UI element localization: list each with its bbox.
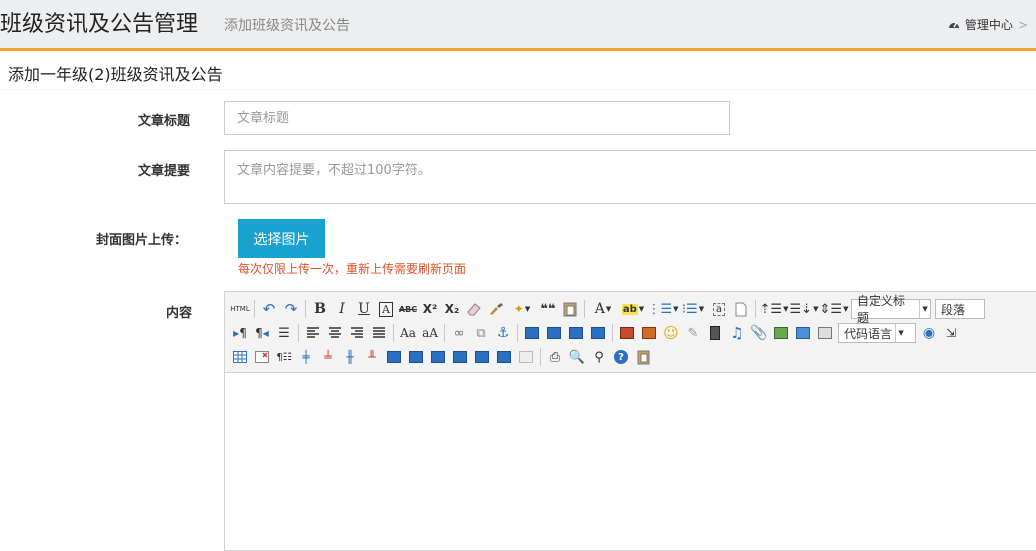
- redo-icon[interactable]: ↷: [280, 299, 302, 319]
- to-uppercase-icon[interactable]: Aa: [397, 323, 419, 343]
- subscript-icon[interactable]: X₂: [441, 299, 463, 319]
- breadcrumb-home-link[interactable]: 管理中心: [965, 16, 1013, 33]
- scrawl-icon[interactable]: ✎: [682, 323, 704, 343]
- toolbar-row-3: ¶☷ ╪ ╧ ╫ ╨ ⎙ 🔍 ⚲ ?: [229, 345, 654, 369]
- highlight-color-icon[interactable]: ab ▼: [618, 299, 648, 319]
- print-icon[interactable]: ⎙: [544, 347, 566, 367]
- custom-heading-select[interactable]: 自定义标题 ▼: [851, 294, 931, 325]
- bold-icon[interactable]: B: [309, 299, 331, 319]
- align-right-icon[interactable]: [346, 323, 368, 343]
- code-language-select[interactable]: 代码语言 ▼: [838, 323, 916, 343]
- insert-column-icon[interactable]: ╫: [339, 347, 361, 367]
- google-map-icon[interactable]: [792, 323, 814, 343]
- insert-table-icon[interactable]: [229, 347, 251, 367]
- cover-image-label: 封面图片上传：: [96, 233, 188, 248]
- rtl-direction-icon[interactable]: ¶ ◂: [251, 323, 273, 343]
- paragraph-format-select[interactable]: 段落: [935, 299, 985, 319]
- search-replace-icon[interactable]: ⚲: [588, 347, 610, 367]
- undo-icon[interactable]: ↶: [258, 299, 280, 319]
- font-border-icon[interactable]: A: [375, 299, 397, 319]
- chevron-down-icon: ▼: [919, 300, 930, 318]
- preview-icon[interactable]: 🔍: [566, 347, 588, 367]
- toolbar-row-1: HTML ↶ ↷ B I U A ABC X² X₂ ✦ ▼ ❝❝ A ▼ ab ▼ …: [229, 294, 987, 325]
- article-title-label: 文章标题: [138, 114, 191, 129]
- insert-frame-icon[interactable]: [814, 323, 836, 343]
- editor-toolbar: HTML ↶ ↷ B I U A ABC X² X₂ ✦ ▼ ❝❝ A ▼ ab ▼ …: [225, 292, 1036, 373]
- upload-hint: 每次仅限上传一次，重新上传需要刷新页面: [238, 262, 467, 276]
- align-justify-icon[interactable]: [368, 323, 390, 343]
- insert-video-icon[interactable]: [704, 323, 726, 343]
- unordered-list-icon[interactable]: ⁝☰ ▼: [678, 299, 708, 319]
- chevron-down-icon: ▼: [895, 324, 906, 342]
- eraser-icon[interactable]: [463, 299, 485, 319]
- ordered-list-icon[interactable]: ⋮☰ ▼: [647, 299, 678, 319]
- insert-row-icon[interactable]: ╪: [295, 347, 317, 367]
- split-to-rows-icon[interactable]: [471, 347, 493, 367]
- to-lowercase-icon[interactable]: aA: [419, 323, 441, 343]
- font-color-icon[interactable]: A ▼: [588, 299, 618, 319]
- html-source-button[interactable]: HTML: [229, 299, 251, 319]
- chart-icon[interactable]: [515, 347, 537, 367]
- music-icon[interactable]: ♫: [726, 323, 748, 343]
- anchor-icon[interactable]: ⚓: [492, 323, 514, 343]
- article-summary-input[interactable]: [224, 150, 1036, 204]
- insert-paragraph-before-table-icon[interactable]: ¶☷: [273, 347, 295, 367]
- breadcrumb: 管理中心 >: [948, 16, 1028, 33]
- auto-format-icon[interactable]: ✦ ▼: [507, 299, 537, 319]
- link-icon[interactable]: ∞: [448, 323, 470, 343]
- image-none-icon[interactable]: [521, 323, 543, 343]
- toolbar-row-2: ▸ ¶ ¶ ◂ ☰ Aa aA ∞ ⧉ ⚓ ☺ ✎ ♫ 📎 代码语言 ▼ ◉ ⇲: [229, 321, 962, 345]
- underline-icon[interactable]: U: [353, 299, 375, 319]
- unlink-icon[interactable]: ⧉: [470, 323, 492, 343]
- superscript-icon[interactable]: X²: [419, 299, 441, 319]
- align-left-icon[interactable]: [302, 323, 324, 343]
- simple-upload-icon[interactable]: [616, 323, 638, 343]
- drafts-icon[interactable]: [632, 347, 654, 367]
- clear-document-icon[interactable]: [730, 299, 752, 319]
- editor-content-area[interactable]: [225, 373, 1036, 550]
- merge-down-icon[interactable]: [427, 347, 449, 367]
- web-page-icon[interactable]: ◉: [918, 323, 940, 343]
- align-center-icon[interactable]: [324, 323, 346, 343]
- article-title-input[interactable]: [224, 101, 730, 135]
- split-to-cells-icon[interactable]: [449, 347, 471, 367]
- merge-right-icon[interactable]: [405, 347, 427, 367]
- image-center-icon[interactable]: [587, 323, 609, 343]
- row-spacing-top-icon[interactable]: ⇡☰ ▼: [759, 299, 789, 319]
- italic-icon[interactable]: I: [331, 299, 353, 319]
- attachment-icon[interactable]: 📎: [748, 323, 770, 343]
- line-height-icon[interactable]: ⇕☰ ▼: [819, 299, 849, 319]
- paste-text-icon[interactable]: [559, 299, 581, 319]
- strikethrough-icon[interactable]: ABC: [397, 299, 419, 319]
- form-title: 添加一年级(2)班级资讯及公告: [8, 65, 223, 84]
- image-right-icon[interactable]: [565, 323, 587, 343]
- form-header: 添加一年级(2)班级资讯及公告: [0, 51, 1036, 90]
- page-subtitle: 添加班级资讯及公告: [224, 18, 350, 34]
- emotion-icon[interactable]: ☺: [660, 323, 682, 343]
- ltr-direction-icon[interactable]: ▸ ¶: [229, 323, 251, 343]
- page-title: 班级资讯及公告管理: [0, 12, 199, 37]
- insert-image-icon[interactable]: [638, 323, 660, 343]
- format-brush-icon[interactable]: [485, 299, 507, 319]
- blockquote-icon[interactable]: ❝❝: [537, 299, 559, 319]
- top-header: 班级资讯及公告管理 添加班级资讯及公告 管理中心 >: [0, 0, 1036, 51]
- article-summary-label: 文章提要: [138, 164, 191, 179]
- indent-icon[interactable]: ☰: [273, 323, 295, 343]
- map-icon[interactable]: [770, 323, 792, 343]
- merge-cells-icon[interactable]: [383, 347, 405, 367]
- row-spacing-bottom-icon[interactable]: ☰⇣ ▼: [789, 299, 819, 319]
- rich-text-editor: HTML ↶ ↷ B I U A ABC X² X₂ ✦ ▼ ❝❝ A ▼ ab ▼ …: [224, 291, 1036, 551]
- help-icon[interactable]: ?: [610, 347, 632, 367]
- select-image-button[interactable]: 选择图片: [238, 219, 325, 258]
- dashboard-icon: [948, 18, 960, 32]
- delete-table-icon[interactable]: [251, 347, 273, 367]
- breadcrumb-separator: >: [1017, 17, 1028, 32]
- page-break-icon[interactable]: ⇲: [940, 323, 962, 343]
- delete-row-icon[interactable]: ╧: [317, 347, 339, 367]
- image-left-icon[interactable]: [543, 323, 565, 343]
- select-all-icon[interactable]: a: [708, 299, 730, 319]
- split-to-cols-icon[interactable]: [493, 347, 515, 367]
- delete-column-icon[interactable]: ╨: [361, 347, 383, 367]
- content-label: 内容: [166, 306, 193, 321]
